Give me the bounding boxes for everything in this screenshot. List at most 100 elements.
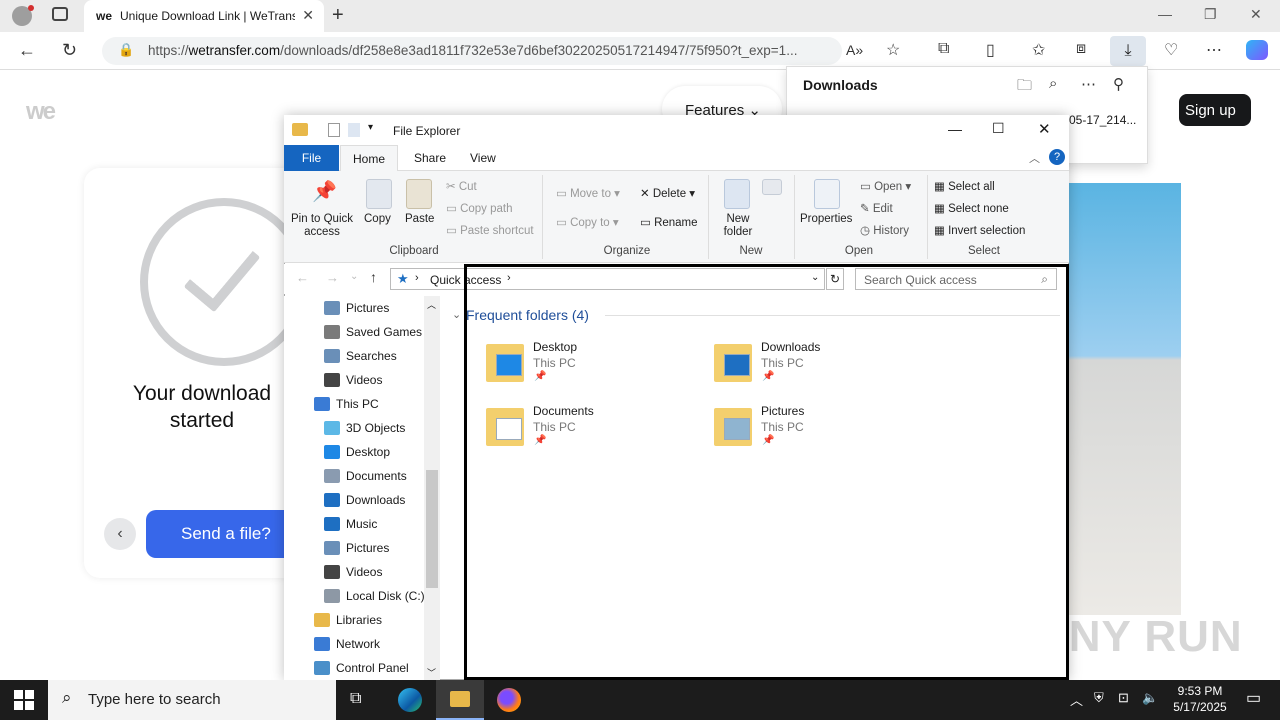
address-bar[interactable]: 🔒 https://wetransfer.com/downloads/df258… <box>102 37 842 65</box>
pin-to-quick-access-button[interactable]: Pin to Quick access <box>290 213 354 239</box>
close-window-icon[interactable]: ✕ <box>1250 6 1262 23</box>
sidebar-item[interactable]: Saved Games <box>284 320 424 344</box>
select-all-button[interactable]: ▦ Select all <box>934 179 995 193</box>
tab-actions-icon[interactable] <box>52 7 68 21</box>
sidebar-item[interactable]: Network <box>284 632 424 656</box>
tab-share[interactable]: Share <box>402 145 458 171</box>
sidebar-item[interactable]: Local Disk (C:) <box>284 584 425 608</box>
copilot-icon[interactable] <box>1246 40 1268 60</box>
sidebar-item[interactable]: Videos <box>284 560 424 584</box>
invert-selection-button[interactable]: ▦ Invert selection <box>934 223 1025 237</box>
show-hidden-icons[interactable]: ︿ <box>1070 690 1083 709</box>
scrollbar-thumb[interactable] <box>426 470 438 588</box>
wetransfer-logo[interactable]: we <box>26 98 56 126</box>
folder-tile[interactable]: Desktop This PC 📌 <box>486 340 696 396</box>
favorites-icon[interactable]: ✩ <box>1032 40 1045 60</box>
collections-icon[interactable]: ⧈ <box>1076 40 1086 58</box>
minimize-icon[interactable]: — <box>1158 6 1172 22</box>
taskbar-search-box[interactable]: ⌕ Type here to search <box>48 680 336 720</box>
copy-path-button[interactable]: ▭ Copy path <box>446 201 513 215</box>
folder-tile[interactable]: Documents This PC 📌 <box>486 404 696 460</box>
recent-locations-icon[interactable]: ⌄ <box>350 271 358 282</box>
tab-view[interactable]: View <box>458 145 508 171</box>
close-icon[interactable]: ✕ <box>1038 120 1051 138</box>
qa-dropdown-icon[interactable]: ▾ <box>368 122 373 133</box>
new-folder-qa-icon[interactable] <box>348 123 360 137</box>
sidebar-item[interactable]: Pictures <box>284 296 424 320</box>
sidebar-item[interactable]: Documents <box>284 464 424 488</box>
read-aloud-icon[interactable]: A» <box>846 42 863 58</box>
more-menu-icon[interactable]: ⋯ <box>1206 40 1222 60</box>
network-icon[interactable]: ⊡ <box>1118 690 1129 706</box>
download-item[interactable]: 05-17_214... <box>1069 113 1136 127</box>
sidebar-item[interactable]: Control Panel <box>284 656 424 680</box>
refresh-icon[interactable]: ↻ <box>62 40 77 61</box>
up-arrow-icon[interactable]: ↑ <box>370 269 377 285</box>
scroll-up-icon[interactable]: ︿ <box>427 298 436 311</box>
cut-button[interactable]: ✂ Cut <box>446 179 477 193</box>
sidebar-item[interactable]: Music <box>284 512 424 536</box>
notifications-icon[interactable]: ▭ <box>1246 688 1261 708</box>
more-options-icon[interactable]: ⋯ <box>1081 75 1096 93</box>
history-button[interactable]: ◷ History <box>860 223 909 237</box>
scroll-down-icon[interactable]: ﹀ <box>427 666 436 679</box>
browser-tab[interactable]: we Unique Download Link | WeTrans ✕ <box>84 0 324 32</box>
select-none-button[interactable]: ▦ Select none <box>934 201 1009 215</box>
forward-arrow-icon[interactable]: → <box>326 270 339 285</box>
send-file-button[interactable]: Send a file? <box>146 510 306 558</box>
maximize-icon[interactable]: ☐ <box>992 120 1005 137</box>
sidebar-item[interactable]: Pictures <box>284 536 424 560</box>
help-icon[interactable]: ? <box>1049 149 1065 165</box>
paste-shortcut-button[interactable]: ▭ Paste shortcut <box>446 223 534 237</box>
tab-file[interactable]: File <box>284 145 339 171</box>
downloads-icon[interactable]: ⤓ <box>1110 36 1146 66</box>
browser-essentials-icon[interactable]: ♡ <box>1164 40 1178 60</box>
properties-qa-icon[interactable] <box>328 123 340 137</box>
frequent-folders-heading[interactable]: ⌄ Frequent folders (4) <box>452 307 589 323</box>
restore-icon[interactable]: ❐ <box>1204 6 1217 23</box>
edit-button[interactable]: ✎ Edit <box>860 201 893 215</box>
clock[interactable]: 9:53 PM 5/17/2025 <box>1162 683 1238 715</box>
volume-icon[interactable]: 🔈 <box>1142 690 1158 706</box>
sidebar-item[interactable]: Videos <box>284 368 424 392</box>
firefox-icon[interactable] <box>497 688 521 712</box>
edge-icon[interactable] <box>398 688 422 712</box>
extensions-icon[interactable]: ⧉ <box>938 40 949 58</box>
open-folder-icon[interactable]: 🗀 <box>1017 75 1032 100</box>
copy-button[interactable]: Copy <box>364 213 391 225</box>
split-screen-icon[interactable]: ▯ <box>986 40 995 60</box>
signup-button[interactable]: Sign up <box>1179 94 1251 126</box>
sidebar-item[interactable]: Desktop <box>284 440 424 464</box>
task-view-icon[interactable]: ⧉ <box>350 690 361 708</box>
new-folder-button[interactable]: New folder <box>720 213 756 239</box>
favorite-star-icon[interactable]: ☆ <box>886 40 900 60</box>
close-tab-icon[interactable]: ✕ <box>302 7 314 24</box>
sidebar-item[interactable]: This PC <box>284 392 424 416</box>
search-icon[interactable]: ⌕ <box>1049 75 1057 92</box>
minimize-icon[interactable]: — <box>948 121 962 137</box>
new-item-icon[interactable] <box>762 179 782 195</box>
rename-button[interactable]: ▭ Rename <box>640 215 698 229</box>
new-tab-icon[interactable]: + <box>332 4 344 27</box>
sidebar-item[interactable]: Downloads <box>284 488 424 512</box>
folder-tile[interactable]: Downloads This PC 📌 <box>714 340 924 396</box>
chevron-left-icon[interactable]: ‹ <box>104 518 136 550</box>
sidebar-item[interactable]: 3D Objects <box>284 416 424 440</box>
delete-button[interactable]: ✕ Delete ▾ <box>640 186 695 200</box>
folder-tile[interactable]: Pictures This PC 📌 <box>714 404 924 460</box>
properties-button[interactable]: Properties <box>800 213 852 225</box>
pin-icon[interactable]: ⚲ <box>1113 75 1124 93</box>
collapse-ribbon-icon[interactable]: ︿ <box>1029 150 1040 166</box>
paste-button[interactable]: Paste <box>405 213 434 225</box>
back-icon[interactable]: ← <box>18 40 36 61</box>
open-button[interactable]: ▭ Open ▾ <box>860 179 911 193</box>
file-explorer-taskbar-icon[interactable] <box>436 680 484 720</box>
security-icon[interactable]: ⛨ <box>1094 690 1104 706</box>
tab-home[interactable]: Home <box>340 145 399 172</box>
move-to-button[interactable]: ▭ Move to ▾ <box>556 186 620 200</box>
start-icon[interactable] <box>14 690 34 710</box>
back-arrow-icon[interactable]: ← <box>296 270 309 285</box>
copy-to-button[interactable]: ▭ Copy to ▾ <box>556 215 619 229</box>
sidebar-item[interactable]: Searches <box>284 344 424 368</box>
sidebar-item[interactable]: Libraries <box>284 608 424 632</box>
